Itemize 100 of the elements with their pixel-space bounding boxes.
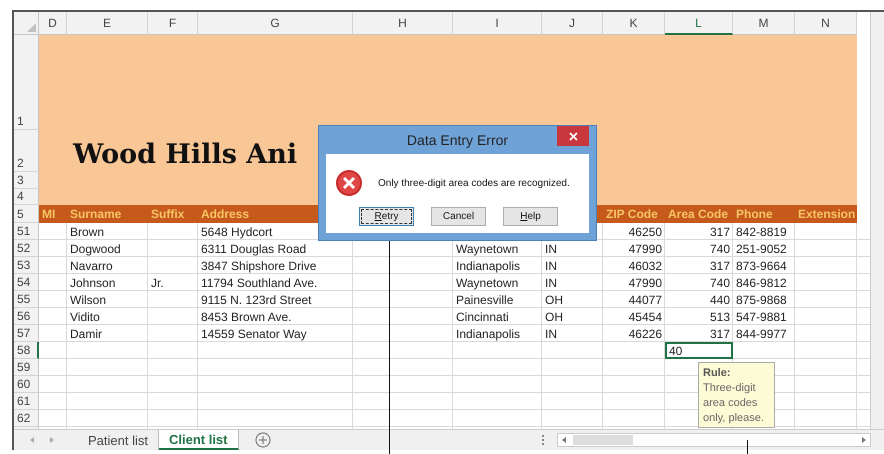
row-number[interactable]: 56 [14,308,39,325]
column-heading: Phone [736,207,773,221]
cell-text: Indianapolis [456,326,520,340]
cell-text: 875-9868 [736,292,787,306]
row-number[interactable]: 54 [14,274,39,291]
cell-text: Painesville [456,292,514,306]
dialog-button[interactable]: Help [503,207,558,226]
column-header[interactable]: J [542,12,603,35]
cell-text: IN [545,326,557,340]
cell-text: 11794 Southland Ave. [201,276,318,290]
cell-text: Vidito [70,310,100,324]
cell-text: 47990 [628,242,662,256]
active-cell[interactable]: 40 [665,342,733,359]
cell-text: 46226 [628,326,662,340]
cell-text: 6311 Douglas Road [201,242,306,256]
cell-text: Johnson [70,276,116,290]
column-header[interactable]: D [39,12,67,35]
cell-text: OH [545,292,563,306]
cell-text: Indianapolis [456,258,520,272]
cell-text: 46250 [628,224,662,238]
row-number[interactable]: 1 [14,35,39,130]
add-sheet-icon[interactable] [254,432,270,448]
dialog-button[interactable]: Retry [359,207,414,226]
cell-text: IN [545,276,557,290]
column-header[interactable]: F [148,12,198,35]
cell-text: 317 [710,258,730,272]
column-heading: Surname [70,207,122,221]
row-number[interactable]: 4 [14,189,39,205]
cell-text: 740 [710,276,730,290]
column-heading: Address [201,207,250,221]
leader-line [747,440,748,454]
error-message: Only three-digit area codes are recognized. [378,178,570,189]
row-number[interactable]: 59 [14,359,39,376]
cell-text: Damir [70,326,102,340]
cell-text: 47990 [628,276,662,290]
column-header[interactable]: K [603,12,665,35]
cell-text: 44077 [628,292,662,306]
row-number[interactable]: 53 [14,257,39,274]
cell-text: Cincinnati [456,310,509,324]
column-heading: Suffix [151,207,184,221]
cell-text: 317 [710,224,730,238]
error-icon [335,169,363,197]
row-number[interactable]: 3 [14,172,39,189]
close-button[interactable] [557,126,589,146]
cell-text: 844-9977 [736,326,787,340]
row-number[interactable]: 60 [14,376,39,393]
cell-text: 873-9664 [736,258,787,272]
row-number[interactable]: 2 [14,130,39,172]
cell-text: 740 [710,242,730,256]
cell-text: 317 [710,326,730,340]
vertical-scrollbar[interactable] [870,12,884,429]
cell-text: IN [545,242,557,256]
column-heading: Area Code [668,207,728,221]
scrollbar-thumb[interactable] [572,435,632,445]
row-number[interactable]: 58 [14,342,39,359]
row-number[interactable]: 55 [14,291,39,308]
cell-text: Waynetown [456,242,518,256]
cell-text: IN [545,258,557,272]
cell-text: 513 [710,310,730,324]
sheet-title: Wood Hills Ani [73,138,298,172]
row-number[interactable]: 51 [14,223,39,240]
cell-text: 5648 Hydcort [201,224,272,238]
column-heading: MI [42,207,56,221]
cell-text: 14559 Senator Way [201,326,307,340]
sheet-tab[interactable]: Client list [158,430,238,450]
cell-text: 9115 N. 123rd Street [201,292,312,306]
dialog-title: Data Entry Error [406,132,510,148]
column-header[interactable]: G [198,12,353,35]
cell-text: Brown [70,224,104,238]
cell-text: Navarro [70,258,113,272]
cell-text: 251-9052 [736,242,787,256]
row-number[interactable]: 5 [14,205,39,223]
cell-text: OH [545,310,563,324]
column-header[interactable]: L [665,12,733,35]
column-heading: ZIP Code [606,207,658,221]
cell-text: 46032 [628,258,662,272]
cell-text: 547-9881 [736,310,787,324]
dialog-button[interactable]: Cancel [431,207,486,226]
close-icon[interactable] [568,132,578,140]
row-number[interactable]: 62 [14,410,39,427]
column-header[interactable]: N [795,12,857,35]
cell-text: Wilson [70,292,106,306]
cell-text: 8453 Brown Ave. [201,310,292,324]
row-number[interactable]: 57 [14,325,39,342]
cell-text: Jr. [151,276,164,290]
cell-text: 846-9812 [736,276,787,290]
column-header[interactable]: I [453,12,542,35]
cell-text: 45454 [628,310,662,324]
cell-text: 440 [710,292,730,306]
cell-text: Dogwood [70,242,121,256]
horizontal-scrollbar[interactable] [556,433,870,447]
cell-text: Waynetown [456,276,518,290]
row-number[interactable]: 61 [14,393,39,410]
column-heading: Extension [798,207,856,221]
column-header[interactable]: H [353,12,453,35]
input-message-tooltip: Rule: Three-digit area codes only, please. [698,362,775,428]
row-number[interactable]: 52 [14,240,39,257]
column-header[interactable]: E [67,12,148,35]
column-header[interactable]: M [733,12,795,35]
splitter-icon[interactable] [540,434,544,446]
